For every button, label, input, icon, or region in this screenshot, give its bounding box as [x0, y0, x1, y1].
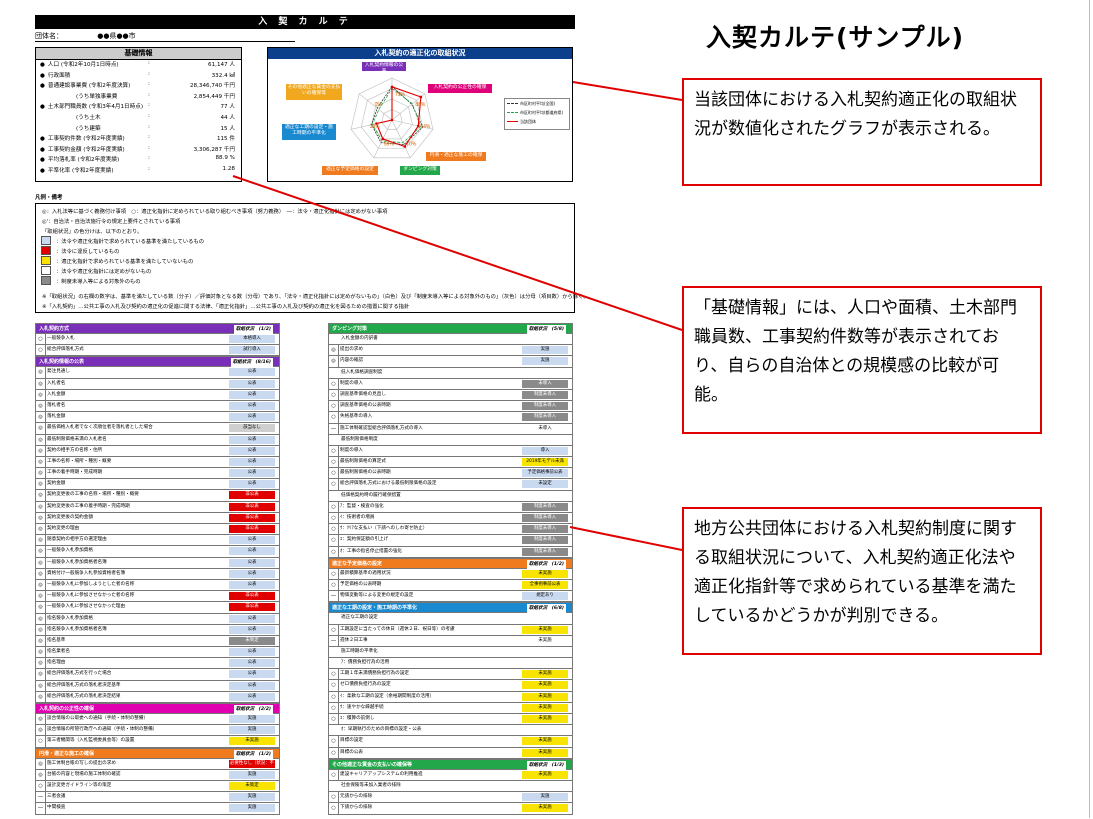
callout-chart: 当該団体における入札契約適正化の取組状況が数値化されたグラフが表示される。 [682, 78, 1042, 186]
callout-basic-info: 「基礎情報」には、人口や面積、土木部門職員数、工事契約件数等が表示されており、自… [682, 286, 1042, 434]
callout-status-table: 地方公共団体における入札契約制度に関する取組状況について、入札契約適正化法や適正… [682, 507, 1042, 655]
callout-line-chart [572, 81, 683, 101]
callout-line-table [569, 526, 683, 551]
callout-line-basic [232, 175, 683, 331]
